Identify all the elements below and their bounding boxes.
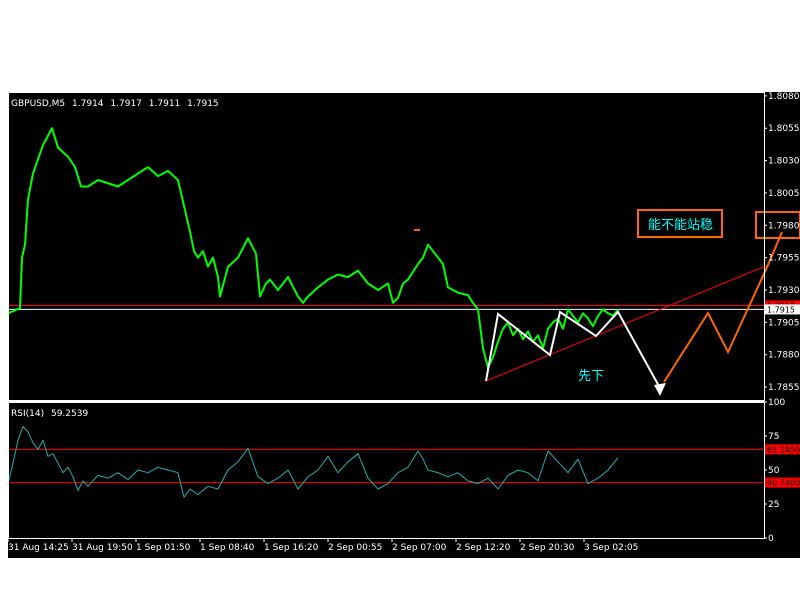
price-ytick-label: 1.8055 <box>768 124 800 134</box>
annotation-down-first: 先下 <box>578 369 604 384</box>
price-ytick-label: 1.7880 <box>768 351 800 361</box>
rsi-panel <box>8 402 764 538</box>
xtick-label: 2 Sep 07:00 <box>392 543 447 553</box>
xtick-label: 31 Aug 19:50 <box>72 543 133 553</box>
xtick-label: 1 Sep 08:40 <box>200 543 255 553</box>
xtick-label: 2 Sep 12:20 <box>456 543 511 553</box>
chart-canvas: 能不能站稳 先下 GBPUSD,M5 1.7914 1.7917 1.7911 … <box>7 92 800 558</box>
price-ytick-label: 1.7855 <box>768 383 800 393</box>
price-ytick-label: 1.8005 <box>768 189 800 199</box>
price-ytick-label: 1.7905 <box>768 318 800 328</box>
xtick-label: 31 Aug 14:25 <box>8 543 69 553</box>
rsi-ytick-label: 50 <box>768 466 780 476</box>
xtick-label: 1 Sep 16:20 <box>264 543 319 553</box>
price-ytick-label: 1.8030 <box>768 157 800 167</box>
rsi-ytick-label: 100 <box>768 398 785 408</box>
price-hline-label: 1.7915 <box>767 305 795 314</box>
rsi-ytick-label: 75 <box>768 432 779 442</box>
rsi-ytick-label: 25 <box>768 500 779 510</box>
price-panel-title: GBPUSD,M5 1.7914 1.7917 1.7911 1.7915 <box>11 99 219 109</box>
xtick-label: 3 Sep 02:05 <box>584 543 638 553</box>
price-ytick-label: 1.7955 <box>768 254 800 264</box>
xtick-label: 1 Sep 01:50 <box>136 543 191 553</box>
rsi-hline-label: 65.1850 <box>767 445 800 454</box>
rsi-ytick-label: 0 <box>768 534 774 544</box>
price-panel <box>8 92 764 400</box>
xtick-label: 2 Sep 00:55 <box>328 543 382 553</box>
rsi-hline-label: 40.7400 <box>767 479 800 488</box>
annotation-stabilize: 能不能站稳 <box>648 217 713 233</box>
xtick-label: 2 Sep 20:30 <box>520 543 575 553</box>
price-ytick-label: 1.8080 <box>768 92 800 102</box>
price-ytick-label: 1.7980 <box>768 221 800 231</box>
price-ytick-label: 1.7930 <box>768 286 800 296</box>
